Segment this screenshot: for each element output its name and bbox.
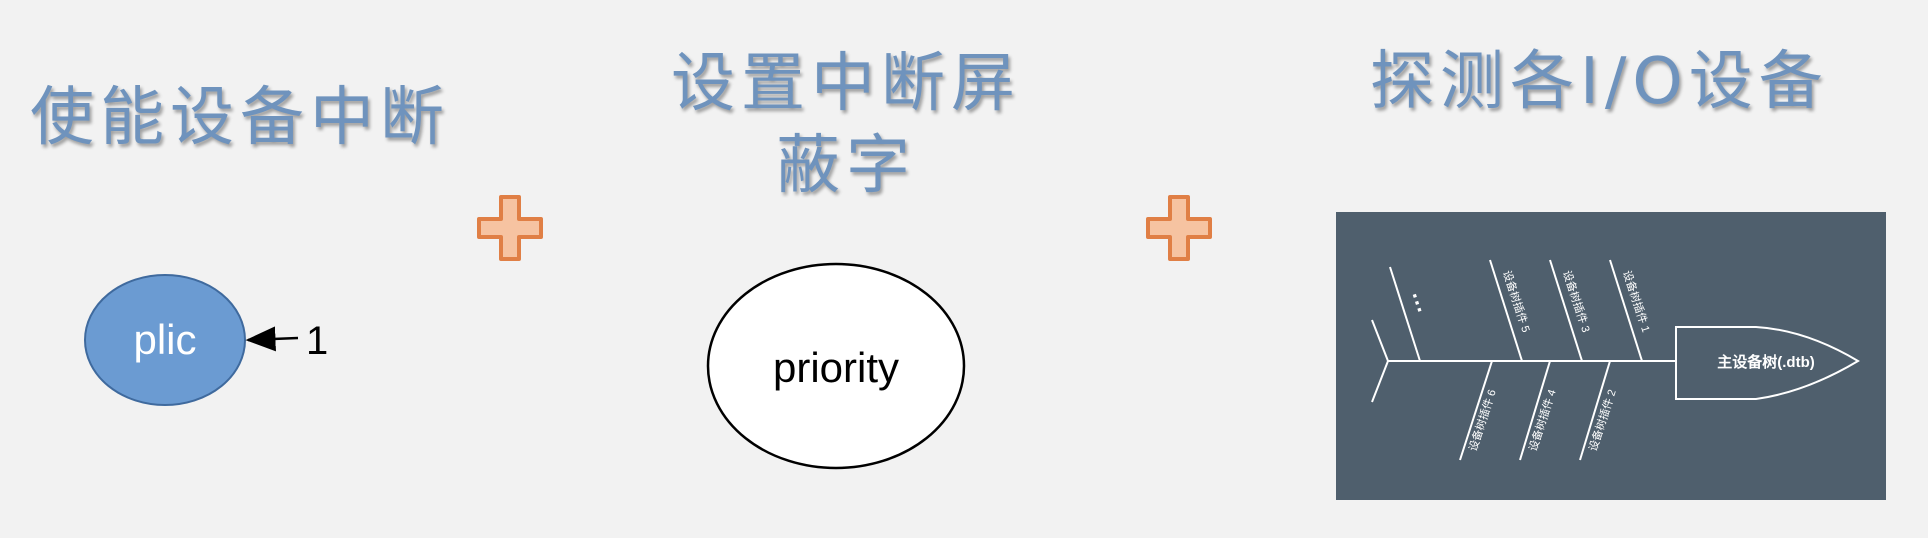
priority-node: priority: [706, 262, 966, 470]
bone-label-top-3: 设备树插件 1: [1620, 269, 1653, 334]
bone-label-top-2: 设备树插件 3: [1560, 269, 1593, 334]
plic-label: plic: [133, 316, 196, 363]
plic-arrow: [245, 326, 299, 352]
plic-node: plic: [84, 274, 246, 406]
bone-label-top-1: 设备树插件 5: [1500, 269, 1533, 334]
priority-label: priority: [773, 344, 899, 391]
bone-label-bottom-1: 设备树插件 6: [1466, 388, 1499, 453]
fishbone-diagram: 主设备树(.dtb) ··· 设备树插件 5 设备树插件 3 设备树插件 1 设…: [1336, 212, 1886, 500]
bone-label-bottom-2: 设备树插件 4: [1526, 388, 1559, 453]
fishbone-ellipsis: ···: [1402, 289, 1433, 318]
plic-value: 1: [306, 319, 328, 363]
bone-label-bottom-3: 设备树插件 2: [1586, 388, 1619, 453]
fishbone-head-label: 主设备树(.dtb): [1717, 353, 1814, 371]
fishbone-tail: [1371, 319, 1390, 403]
